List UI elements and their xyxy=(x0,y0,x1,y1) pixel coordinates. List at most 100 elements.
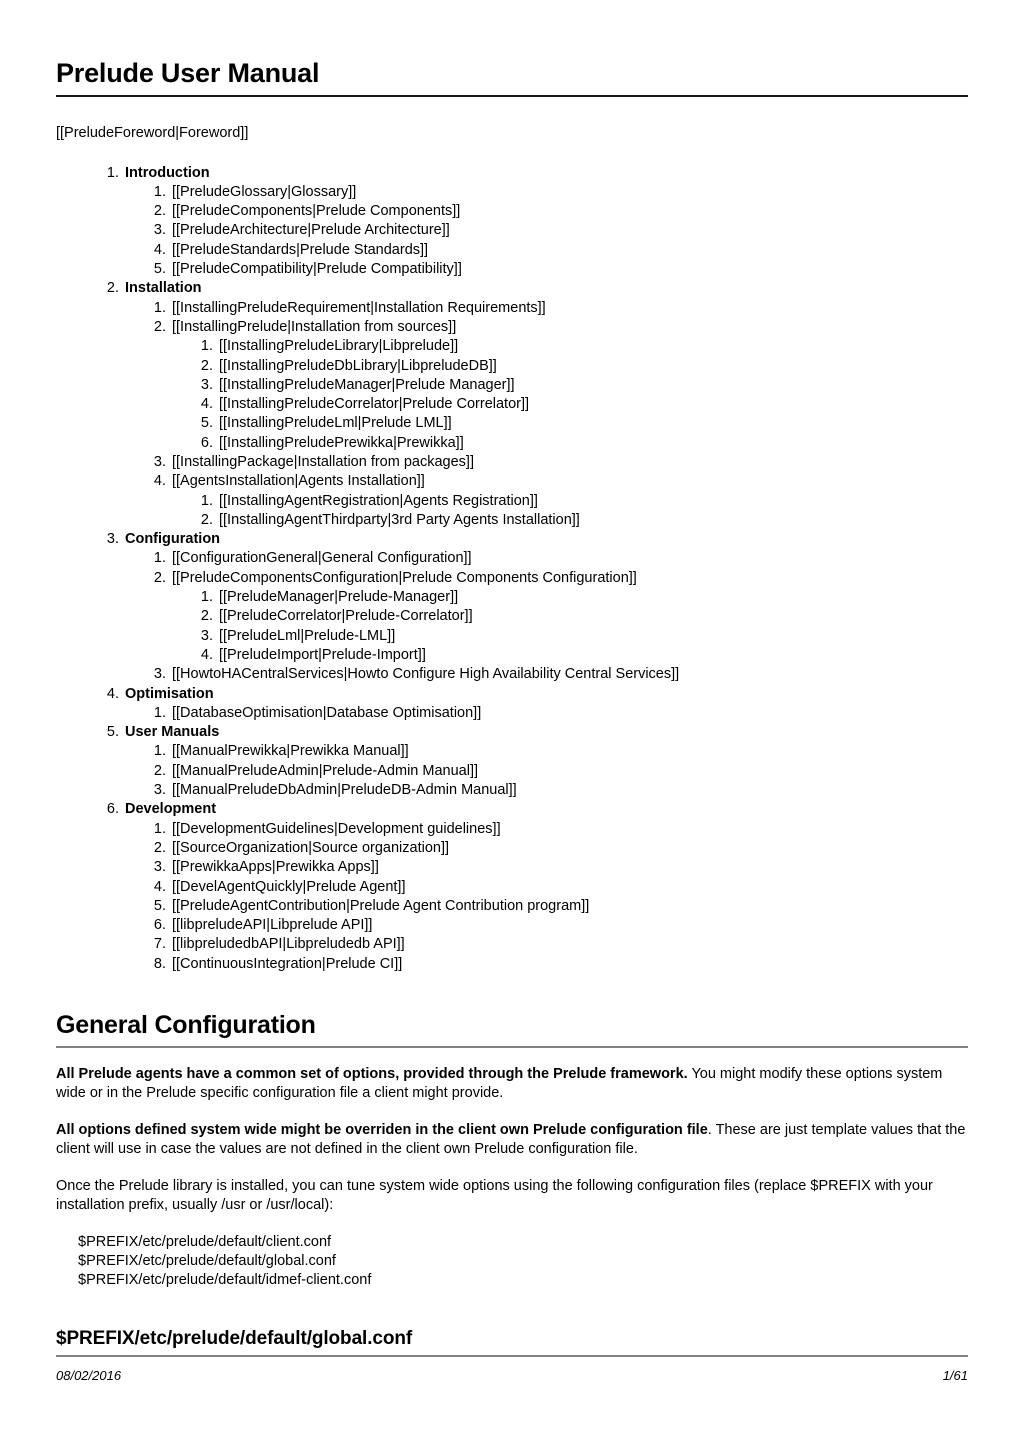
toc-item-number xyxy=(145,221,166,240)
toc-item-label[interactable]: [[PreludeAgentContribution|Prelude Agent… xyxy=(172,898,589,914)
toc-item-number xyxy=(145,935,166,954)
toc-item-number xyxy=(192,414,213,433)
toc-item-number xyxy=(98,685,119,704)
toc-item-number xyxy=(145,858,166,877)
toc-sublist-level-2: [[DatabaseOptimisation|Database Optimisa… xyxy=(125,704,968,723)
toc-item-number xyxy=(145,781,166,800)
toc-item-level-2: [[PreludeStandards|Prelude Standards]] xyxy=(145,241,968,260)
toc-item-label[interactable]: [[libpreludeAPI|Libprelude API]] xyxy=(172,917,372,933)
toc-item-label[interactable]: [[PreludeStandards|Prelude Standards]] xyxy=(172,242,428,258)
toc-item-number xyxy=(145,318,166,337)
paragraph-gap-3 xyxy=(56,1160,968,1177)
toc-item-number xyxy=(192,492,213,511)
toc-item-level-1: Configuration [[ConfigurationGeneral|Gene… xyxy=(98,530,968,684)
toc-item-level-2: [[DatabaseOptimisation|Database Optimisa… xyxy=(145,704,968,723)
toc-item-level-2: [[libpreludedbAPI|Libpreludedb API]] xyxy=(145,935,968,954)
toc-item-label[interactable]: User Manuals xyxy=(125,724,219,740)
toc-item-label[interactable]: [[libpreludedbAPI|Libpreludedb API]] xyxy=(172,936,405,952)
toc-item-label[interactable]: [[DatabaseOptimisation|Database Optimisa… xyxy=(172,705,481,721)
toc-item-label[interactable]: Development xyxy=(125,801,216,817)
toc-item-label[interactable]: [[PreludeCorrelator|Prelude-Correlator]] xyxy=(219,608,473,624)
toc-item-level-3: [[InstallingAgentThirdparty|3rd Party Ag… xyxy=(192,511,968,530)
section-heading-global-conf: $PREFIX/etc/prelude/default/global.conf xyxy=(56,1328,968,1357)
toc-item-label[interactable]: [[InstallingPreludeCorrelator|Prelude Co… xyxy=(219,396,529,412)
toc-item-label[interactable]: [[PreludeComponentsConfiguration|Prelude… xyxy=(172,570,637,586)
toc-item-level-2: [[DevelAgentQuickly|Prelude Agent]] xyxy=(145,878,968,897)
toc-item-level-1: Optimisation [[DatabaseOptimisation|Datab… xyxy=(98,685,968,724)
toc-item-label[interactable]: [[InstallingPrelude|Installation from so… xyxy=(172,319,456,335)
toc-item-level-3: [[PreludeLml|Prelude-LML]] xyxy=(192,627,968,646)
toc-item-label[interactable]: [[PreludeComponents|Prelude Components]] xyxy=(172,203,460,219)
toc-item-label[interactable]: [[ConfigurationGeneral|General Configura… xyxy=(172,550,472,566)
footer-date: 08/02/2016 xyxy=(56,1368,122,1383)
toc-item-number xyxy=(192,357,213,376)
toc-item-number xyxy=(145,299,166,318)
toc-item-number xyxy=(98,800,119,819)
toc-item-level-2: [[PreludeAgentContribution|Prelude Agent… xyxy=(145,897,968,916)
toc-item-number xyxy=(98,530,119,549)
toc-item-level-2: [[PreludeCompatibility|Prelude Compatibi… xyxy=(145,260,968,279)
toc-item-label[interactable]: [[PrewikkaApps|Prewikka Apps]] xyxy=(172,859,379,875)
toc-item-label[interactable]: [[AgentsInstallation|Agents Installation… xyxy=(172,473,425,489)
toc-item-label[interactable]: [[PreludeManager|Prelude-Manager]] xyxy=(219,589,458,605)
toc-item-label[interactable]: [[ManualPreludeDbAdmin|PreludeDB-Admin M… xyxy=(172,782,517,798)
toc-item-label[interactable]: [[PreludeCompatibility|Prelude Compatibi… xyxy=(172,261,462,277)
toc-item-label[interactable]: [[PreludeArchitecture|Prelude Architectu… xyxy=(172,222,450,238)
toc-item-level-3: [[InstallingPreludeManager|Prelude Manag… xyxy=(192,376,968,395)
toc-item-level-2: [[SourceOrganization|Source organization… xyxy=(145,839,968,858)
toc-item-number xyxy=(98,164,119,183)
toc-sublist-level-3: [[InstallingPreludeLibrary|Libprelude]] [… xyxy=(172,337,968,453)
toc-item-number xyxy=(192,376,213,395)
toc-item-level-2: [[libpreludeAPI|Libprelude API]] xyxy=(145,916,968,935)
document-page: Prelude User Manual [[PreludeForeword|Fo… xyxy=(0,0,1020,1442)
config-file-path: $PREFIX/etc/prelude/default/global.conf xyxy=(78,1253,336,1270)
section-heading-general-configuration: General Configuration xyxy=(56,1011,968,1048)
toc-spacer xyxy=(56,144,968,164)
toc-item-label[interactable]: [[DevelopmentGuidelines|Development guid… xyxy=(172,821,501,837)
toc-item-label[interactable]: [[InstallingPreludeLibrary|Libprelude]] xyxy=(219,338,458,354)
foreword-link[interactable]: [[PreludeForeword|Foreword]] xyxy=(56,124,968,144)
toc-item-label[interactable]: [[ManualPreludeAdmin|Prelude-Admin Manua… xyxy=(172,763,478,779)
toc-item-number xyxy=(145,878,166,897)
toc-item-label[interactable]: Optimisation xyxy=(125,686,214,702)
toc-item-level-1: User Manuals [[ManualPrewikka|Prewikka Ma… xyxy=(98,723,968,800)
toc-item-level-2: [[InstallingPrelude|Installation from so… xyxy=(145,318,968,453)
toc-item-label[interactable]: [[InstallingPreludePrewikka|Prewikka]] xyxy=(219,435,464,451)
toc-sublist-level-2: [[DevelopmentGuidelines|Development guid… xyxy=(125,820,968,974)
config-file-list: $PREFIX/etc/prelude/default/client.conf $… xyxy=(56,1233,968,1291)
toc-item-label[interactable]: Introduction xyxy=(125,165,210,181)
toc-item-label[interactable]: [[InstallingPreludeRequirement|Installat… xyxy=(172,300,546,316)
toc-item-number xyxy=(145,569,166,588)
paragraph-tune-options: Once the Prelude library is installed, y… xyxy=(56,1177,933,1214)
toc-item-label[interactable]: [[ContinuousIntegration|Prelude CI]] xyxy=(172,956,402,972)
toc-item-label[interactable]: [[PreludeLml|Prelude-LML]] xyxy=(219,628,395,644)
toc-item-label[interactable]: [[HowtoHACentralServices|Howto Configure… xyxy=(172,666,679,682)
toc-item-label[interactable]: [[InstallingPreludeManager|Prelude Manag… xyxy=(219,377,515,393)
toc-item-label[interactable]: [[InstallingPreludeDbLibrary|LibpreludeD… xyxy=(219,358,497,374)
footer-page-number: 1/61 xyxy=(942,1368,968,1383)
toc-item-level-3: [[InstallingPreludeDbLibrary|LibpreludeD… xyxy=(192,357,968,376)
toc-item-level-2: [[HowtoHACentralServices|Howto Configure… xyxy=(145,665,968,684)
toc-item-label[interactable]: [[PreludeGlossary|Glossary]] xyxy=(172,184,356,200)
table-of-contents: Introduction [[PreludeGlossary|Glossary]]… xyxy=(56,164,968,974)
toc-item-label[interactable]: [[InstallingPreludeLml|Prelude LML]] xyxy=(219,415,452,431)
toc-item-number xyxy=(145,704,166,723)
toc-item-number xyxy=(145,955,166,974)
toc-item-level-2: [[PreludeComponentsConfiguration|Prelude… xyxy=(145,569,968,665)
toc-item-label[interactable]: [[ManualPrewikka|Prewikka Manual]] xyxy=(172,743,409,759)
toc-item-label[interactable]: [[InstallingAgentRegistration|Agents Reg… xyxy=(219,493,538,509)
toc-item-label[interactable]: Configuration xyxy=(125,531,220,547)
toc-item-label[interactable]: [[InstallingAgentThirdparty|3rd Party Ag… xyxy=(219,512,580,528)
toc-item-number xyxy=(145,453,166,472)
toc-item-level-1: Installation [[InstallingPreludeRequireme… xyxy=(98,279,968,530)
toc-item-label[interactable]: Installation xyxy=(125,280,202,296)
toc-item-label[interactable]: [[InstallingPackage|Installation from pa… xyxy=(172,454,474,470)
toc-item-label[interactable]: [[SourceOrganization|Source organization… xyxy=(172,840,449,856)
toc-item-number xyxy=(145,260,166,279)
toc-sublist-level-2: [[ConfigurationGeneral|General Configura… xyxy=(125,549,968,684)
paragraph-gap-1 xyxy=(56,1048,968,1065)
toc-item-label[interactable]: [[DevelAgentQuickly|Prelude Agent]] xyxy=(172,879,405,895)
toc-item-label[interactable]: [[PreludeImport|Prelude-Import]] xyxy=(219,647,426,663)
paragraph-gap-2 xyxy=(56,1104,968,1121)
